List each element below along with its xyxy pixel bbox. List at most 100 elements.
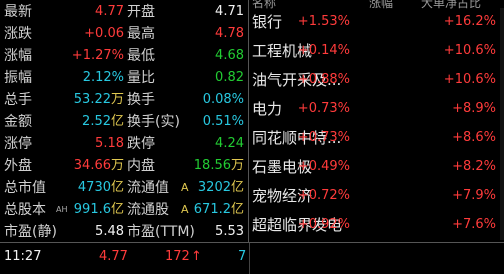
quote-value: +0.06	[84, 26, 124, 41]
sector-change: +0.72%	[297, 188, 350, 203]
sector-extra: +7.9%	[452, 188, 496, 203]
quote-value: 34.66	[73, 158, 111, 173]
quote-label: 最新	[4, 4, 32, 20]
sector-extra: +10.6%	[443, 43, 496, 58]
sector-extra: +8.2%	[452, 159, 496, 174]
quote-label: 涨停	[4, 136, 32, 152]
quote-label: 换手(实)	[127, 114, 180, 130]
quote-row: 总市值 4730 亿流通值 A 3202 亿	[0, 178, 248, 198]
sector-name: 电力	[252, 100, 283, 118]
quote-label: 金额	[4, 114, 32, 130]
quote-unit: 万	[110, 158, 124, 173]
sector-row[interactable]: 宠物经济 +0.72% +7.9%	[249, 184, 504, 208]
sector-extra: +10.6%	[443, 72, 496, 87]
sector-extra: +8.9%	[452, 101, 496, 116]
quote-value: 0.82	[215, 70, 244, 85]
quote-value: 2.12%	[82, 70, 124, 85]
quote-label: 最高	[127, 26, 155, 42]
quote-value: 671.2	[193, 202, 231, 217]
quote-row: 最新 4.77 开盘 4.71	[0, 2, 248, 22]
sector-extra: +7.6%	[452, 217, 496, 232]
sector-change: +1.53%	[297, 14, 350, 29]
quote-label: 开盘	[127, 4, 155, 20]
quote-label: 市盈(静)	[4, 224, 57, 240]
quote-unit: 万	[110, 92, 124, 107]
quote-row: 金额 2.52 亿换手(实) 0.51%	[0, 112, 248, 132]
quote-value: 4.71	[215, 4, 244, 19]
sector-row[interactable]: 超超临界发电 +0.92% +7.6%	[249, 213, 504, 237]
tick-volume: 172	[165, 249, 190, 264]
share-type-tag: A	[181, 181, 189, 194]
quote-label: 外盘	[4, 158, 32, 174]
quote-label: 振幅	[4, 70, 32, 86]
sector-change: +0.73%	[297, 130, 350, 145]
sector-row[interactable]: 石墨电极 +0.49% +8.2%	[249, 155, 504, 179]
quote-label: 总市值	[4, 180, 46, 196]
quote-unit: 亿	[110, 114, 124, 129]
sector-extra: +8.6%	[452, 130, 496, 145]
quote-value: 5.48	[95, 224, 124, 239]
sector-row[interactable]: 同花顺中特... +0.73% +8.6%	[249, 126, 504, 150]
sector-row[interactable]: 油气开采及... +0.88% +10.6%	[249, 68, 504, 92]
quote-row: 总手 53.22 万换手 0.08%	[0, 90, 248, 110]
quote-label: 流通股	[127, 202, 169, 218]
quote-value: 4730	[77, 180, 111, 195]
tick-divider	[249, 243, 250, 274]
sector-change: +0.14%	[297, 43, 350, 58]
sector-row[interactable]: 工程机械 +0.14% +10.6%	[249, 39, 504, 63]
quote-label: 总股本	[4, 202, 46, 218]
quote-label: 换手	[127, 92, 155, 108]
quote-value: 0.08%	[202, 92, 244, 107]
sector-extra: +16.2%	[443, 14, 496, 29]
quote-unit: 亿	[110, 180, 124, 195]
sector-change: +0.73%	[297, 101, 350, 116]
quote-unit: 万	[230, 158, 244, 173]
quote-label: 量比	[127, 70, 155, 86]
quote-label: 涨跌	[4, 26, 32, 42]
quote-value: 991.6	[73, 202, 111, 217]
quote-value: +1.27%	[71, 48, 124, 63]
quote-value: 2.52	[82, 114, 111, 129]
quote-value: 4.24	[215, 136, 244, 151]
sector-change: +0.88%	[297, 72, 350, 87]
sector-scrollbar[interactable]	[500, 8, 504, 240]
tick-bar: 11:27 4.77 172 ↑ 7	[0, 242, 504, 274]
quote-row: 振幅 2.12% 量比 0.82	[0, 68, 248, 88]
tick-time: 11:27	[4, 249, 42, 264]
quote-value: 53.22	[73, 92, 111, 107]
share-type-tag: A	[181, 203, 189, 216]
quote-value: 5.53	[215, 224, 244, 239]
tick-price: 4.77	[99, 249, 128, 264]
quote-label: 最低	[127, 48, 155, 64]
tick-last: 7	[238, 249, 247, 264]
quote-value: 4.77	[95, 4, 124, 19]
sector-change: +0.92%	[297, 217, 350, 232]
quote-label: 跌停	[127, 136, 155, 152]
quote-value: 0.51%	[202, 114, 244, 129]
quote-unit: 亿	[230, 202, 244, 217]
sector-table-header: 名称 涨幅 大单净占比	[249, 0, 504, 10]
quote-row: 涨跌 +0.06 最高 4.78	[0, 24, 248, 44]
quote-value: 18.56	[193, 158, 231, 173]
quote-label: 市盈(TTM)	[127, 224, 195, 240]
quote-panel: 最新 4.77 开盘 4.71 涨跌 +0.06 最高 4.78 涨幅 +1.27% 最低 4.68 振…	[0, 0, 249, 242]
quote-row: 市盈(静) 5.48 市盈(TTM) 5.53	[0, 222, 248, 242]
share-type-tag: AH	[56, 205, 68, 214]
sector-row[interactable]: 电力 +0.73% +8.9%	[249, 97, 504, 121]
quote-value: 4.68	[215, 48, 244, 63]
quote-row: 涨停 5.18 跌停 4.24	[0, 134, 248, 154]
sector-name: 银行	[252, 13, 283, 31]
quote-unit: 亿	[230, 180, 244, 195]
sector-row[interactable]: 银行 +1.53% +16.2%	[249, 10, 504, 34]
sector-change: +0.49%	[297, 159, 350, 174]
sector-ranking-panel: 名称 涨幅 大单净占比 银行 +1.53% +16.2% 工程机械 +0.14% +10.…	[249, 0, 504, 242]
quote-label: 涨幅	[4, 48, 32, 64]
quote-row: 涨幅 +1.27% 最低 4.68	[0, 46, 248, 66]
up-arrow-icon: ↑	[191, 249, 202, 264]
quote-unit: 亿	[110, 202, 124, 217]
quote-row: 外盘 34.66 万内盘 18.56 万	[0, 156, 248, 176]
quote-value: 3202	[197, 180, 231, 195]
quote-value: 5.18	[95, 136, 124, 151]
quote-label: 内盘	[127, 158, 155, 174]
quote-label: 总手	[4, 92, 32, 108]
